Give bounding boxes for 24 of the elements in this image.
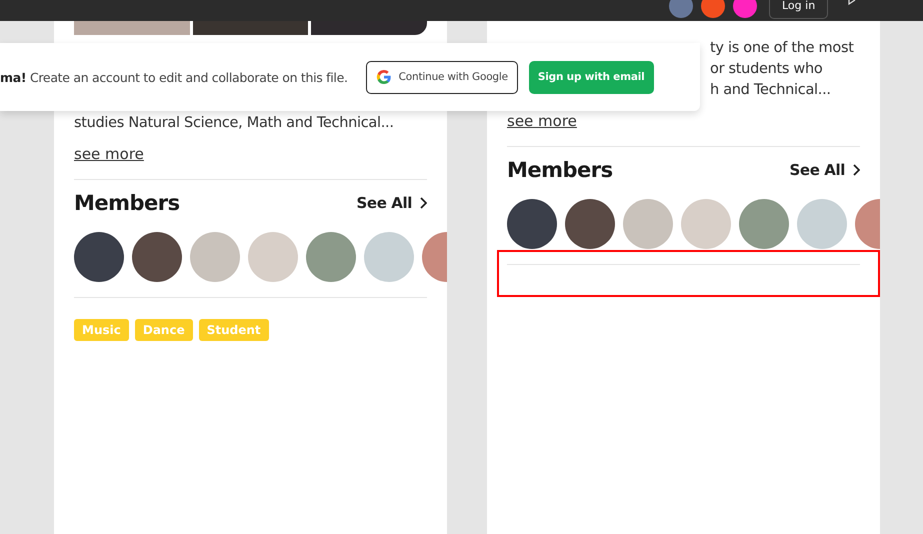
member-avatar[interactable] <box>565 199 615 249</box>
see-all-button[interactable]: See All <box>356 194 427 212</box>
see-more-link[interactable]: see more <box>507 113 577 130</box>
member-avatar[interactable] <box>74 232 124 282</box>
see-more-link[interactable]: see more <box>74 146 144 163</box>
chevron-icon <box>420 197 427 209</box>
play-icon[interactable] <box>848 0 857 6</box>
description-text: h and Technical... <box>710 82 831 98</box>
member-avatar[interactable] <box>507 199 557 249</box>
banner-message: ma! Create an account to edit and collaborate on this file. <box>0 70 348 84</box>
description-text: studies Natural Science, Math and Technical... <box>74 115 394 131</box>
description-text: or students who <box>710 61 822 77</box>
google-button[interactable]: Continue with Google <box>366 60 518 94</box>
see-all-button[interactable]: See All <box>790 161 860 179</box>
google-icon <box>376 69 392 85</box>
members-heading: Members <box>74 191 180 215</box>
description-text: ty is one of the most <box>710 40 854 56</box>
collaborator-avatar[interactable] <box>733 0 757 18</box>
collaborator-avatar[interactable] <box>701 0 725 18</box>
collaborator-avatar[interactable] <box>669 0 693 18</box>
chevron-icon <box>853 164 860 176</box>
login-button[interactable]: Log in <box>769 0 828 19</box>
members-heading: Members <box>507 158 613 182</box>
member-avatar[interactable] <box>132 232 182 282</box>
